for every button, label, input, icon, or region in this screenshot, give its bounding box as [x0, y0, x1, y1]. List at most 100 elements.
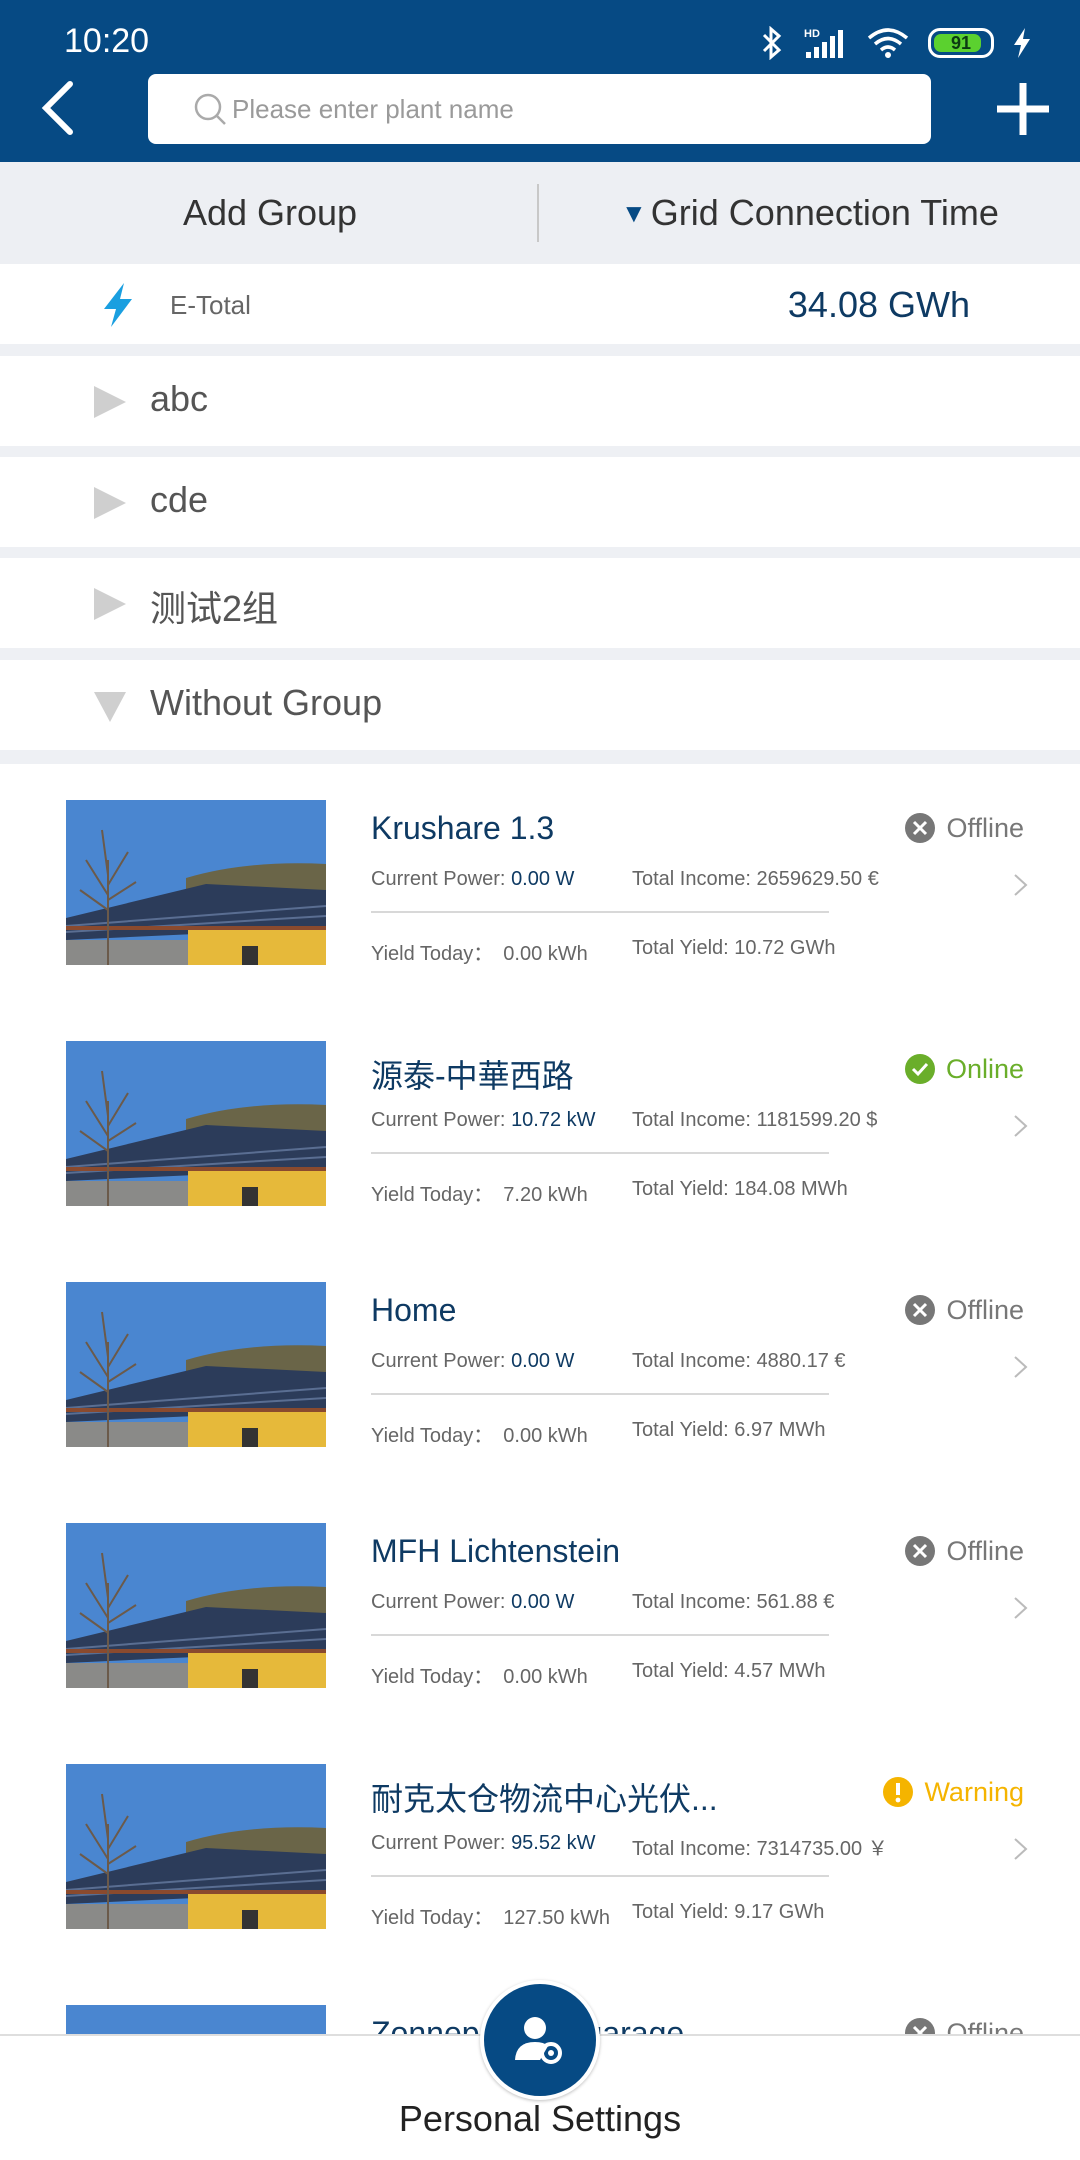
total-yield-label: Total Yield: — [632, 1419, 735, 1441]
yield-today: Yield Today： 0.00 kWh — [371, 1419, 588, 1448]
status-label: Offline — [946, 1535, 1024, 1566]
charging-icon — [1014, 28, 1030, 58]
plant-thumbnail — [66, 1764, 326, 1929]
group-row-without-group[interactable]: Without Group — [0, 660, 1080, 750]
plant-name: Krushare 1.3 — [371, 810, 555, 846]
row-divider — [371, 1634, 829, 1636]
expand-triangle-icon — [94, 588, 126, 620]
group-row-abc[interactable]: abc — [0, 356, 1080, 446]
plant-row[interactable]: 耐克太仓物流中心光伏... Warning Current Power: 95.52… — [0, 1728, 1080, 1969]
total-income-value: 1181599.20 $ — [756, 1109, 878, 1131]
search-box[interactable] — [148, 74, 931, 144]
current-power-label: Current Power: — [371, 1591, 512, 1613]
plant-name: 耐克太仓物流中心光伏... — [371, 1781, 718, 1817]
current-power-label: Current Power: — [371, 1350, 512, 1372]
search-input[interactable] — [232, 93, 832, 125]
group-label: abc — [150, 378, 209, 419]
back-button[interactable] — [36, 78, 84, 138]
total-yield-label: Total Yield: — [632, 1901, 735, 1923]
offline-icon — [905, 813, 936, 843]
plant-row[interactable]: Krushare 1.3 Offline Current Power: 0.00 W… — [0, 764, 1080, 1005]
total-income-label: Total Income: — [632, 868, 757, 890]
status-icons: HD 91 — [760, 24, 1032, 62]
plant-row[interactable]: 源泰-中華西路 Online Current Power: 10.72 kW Tota… — [0, 1005, 1080, 1246]
solar-roof-image — [66, 800, 326, 965]
total-income-value: 561.88 € — [756, 1591, 835, 1613]
row-divider — [371, 911, 829, 913]
total-yield-value: 9.17 GWh — [734, 1901, 825, 1923]
current-power: Current Power: 0.00 W — [371, 1591, 574, 1614]
row-divider — [371, 1393, 829, 1395]
offline-icon — [905, 1536, 936, 1566]
tab-divider — [537, 184, 539, 242]
status-label: Online — [945, 1053, 1024, 1084]
group-row-cde[interactable]: cde — [0, 457, 1080, 547]
add-plant-button[interactable] — [994, 80, 1052, 138]
total-yield-label: Total Yield: — [632, 1660, 735, 1682]
etotal-value: 34.08 GWh — [787, 284, 970, 325]
battery-level: 91 — [950, 32, 972, 53]
status-label: Offline — [946, 1294, 1024, 1325]
yield-today: Yield Today： 0.00 kWh — [371, 937, 588, 966]
yield-today-value: 127.50 kWh — [503, 1907, 611, 1929]
personal-settings-button[interactable] — [480, 1980, 600, 2100]
current-power-label: Current Power: — [371, 1109, 512, 1131]
total-income-label: Total Income: — [632, 1591, 757, 1613]
group-label: cde — [150, 479, 209, 520]
chevron-right-icon — [1014, 1838, 1028, 1860]
plant-thumbnail — [66, 1282, 326, 1447]
yield-today-label: Yield Today： — [371, 1425, 494, 1447]
tab-bar: Add Group ▼ Grid Connection Time — [0, 162, 1080, 264]
wifi-icon — [867, 28, 909, 58]
plant-row[interactable]: Home Offline Current Power: 0.00 W Total In… — [0, 1246, 1080, 1487]
total-income: Total Income: 7314735.00 ￥ — [632, 1832, 888, 1861]
plant-status: Offline — [904, 1294, 1024, 1326]
group-label: Without Group — [150, 682, 383, 723]
current-power-label: Current Power: — [371, 1832, 512, 1854]
status-time: 10:20 — [64, 22, 150, 60]
plant-status: Offline — [904, 812, 1024, 844]
total-yield: Total Yield: 4.57 MWh — [632, 1660, 825, 1683]
current-power-value: 0.00 W — [511, 1350, 575, 1372]
plant-thumbnail — [66, 800, 326, 965]
total-yield-value: 184.08 MWh — [734, 1178, 848, 1200]
chevron-right-icon — [1014, 874, 1028, 896]
current-power: Current Power: 95.52 kW — [371, 1832, 596, 1855]
yield-today-value: 0.00 kWh — [503, 943, 588, 965]
total-income: Total Income: 4880.17 € — [632, 1350, 846, 1373]
total-income: Total Income: 2659629.50 € — [632, 868, 879, 891]
personal-settings-label[interactable]: Personal Settings — [0, 2098, 1080, 2140]
online-icon — [904, 1054, 935, 1084]
plant-name: Home — [371, 1292, 457, 1328]
total-income-value: 2659629.50 € — [756, 868, 879, 890]
plant-status: Offline — [904, 2017, 1024, 2034]
total-income-label: Total Income: — [632, 1350, 757, 1372]
row-divider — [371, 1875, 829, 1877]
sort-label: Grid Connection Time — [650, 192, 999, 233]
user-settings-icon — [515, 2017, 562, 2064]
expand-triangle-icon — [94, 386, 126, 418]
sort-tab[interactable]: ▼ Grid Connection Time — [540, 162, 1080, 264]
add-group-tab[interactable]: Add Group — [0, 162, 540, 264]
group-row-test2[interactable]: 测试2组 — [0, 558, 1080, 648]
total-income-value: 7314735.00 ￥ — [756, 1838, 888, 1860]
yield-today-label: Yield Today： — [371, 1907, 494, 1929]
plant-row[interactable]: MFH Lichtenstein Offline Current Power: 0.… — [0, 1487, 1080, 1728]
solar-roof-image — [66, 1523, 326, 1688]
lightning-icon — [104, 283, 132, 327]
total-income: Total Income: 1181599.20 $ — [632, 1109, 877, 1132]
warning-icon — [883, 1777, 914, 1807]
expand-triangle-icon — [94, 487, 126, 519]
total-income-label: Total Income: — [632, 1109, 757, 1131]
signal-icon: HD — [804, 28, 843, 58]
offline-icon — [905, 1295, 936, 1325]
total-yield: Total Yield: 6.97 MWh — [632, 1419, 825, 1442]
chevron-right-icon — [1014, 1356, 1028, 1378]
current-power-value: 10.72 kW — [511, 1109, 596, 1131]
plant-list: Krushare 1.3 Offline Current Power: 0.00 W… — [0, 764, 1080, 2034]
yield-today: Yield Today： 127.50 kWh — [371, 1901, 610, 1930]
current-power: Current Power: 0.00 W — [371, 868, 574, 891]
plant-status: Warning — [882, 1776, 1024, 1808]
chevron-right-icon — [1014, 1115, 1028, 1137]
yield-today: Yield Today： 0.00 kWh — [371, 1660, 588, 1689]
